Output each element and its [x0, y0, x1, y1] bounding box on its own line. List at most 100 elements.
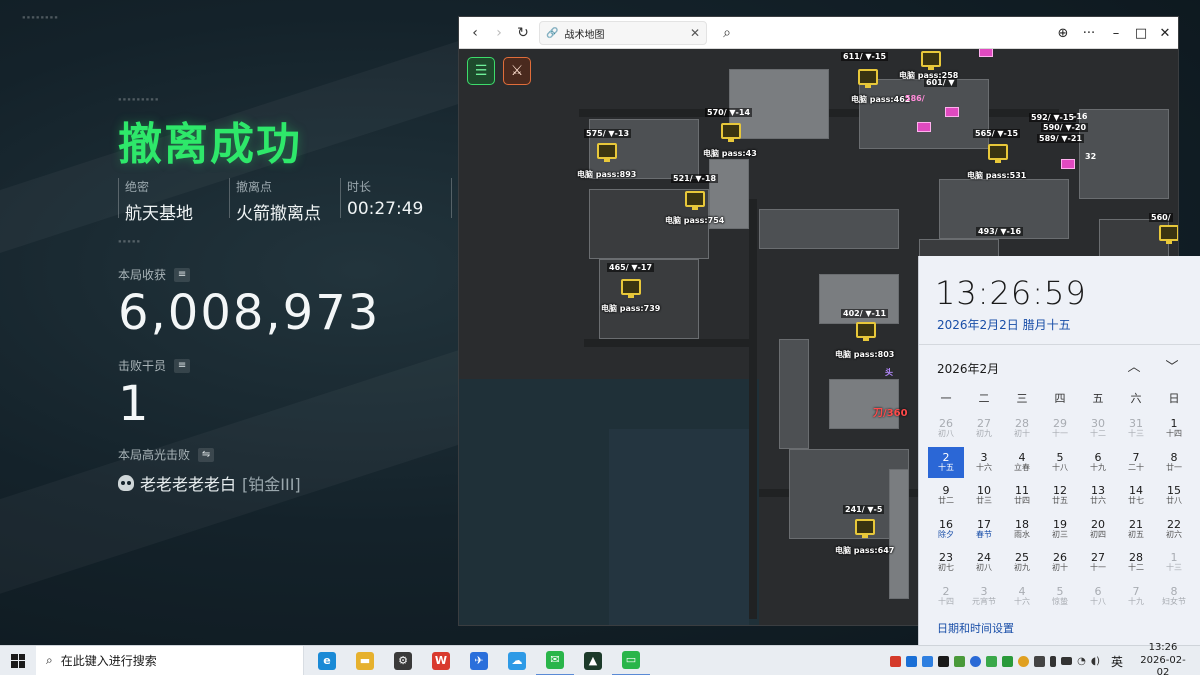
maximize-button[interactable]: □	[1129, 21, 1153, 45]
start-button[interactable]	[0, 646, 36, 675]
calendar-day[interactable]: 4 十六	[1003, 580, 1041, 614]
nvidia-icon[interactable]	[954, 655, 966, 667]
loot-marker[interactable]	[945, 107, 959, 117]
globe-icon[interactable]: ⊕	[1051, 21, 1075, 45]
chevron-up-icon[interactable]: ︿	[1123, 356, 1145, 375]
date-time-settings-link[interactable]: 日期和时间设置	[937, 620, 1014, 636]
calendar-day[interactable]: 1 十四	[1155, 412, 1193, 446]
computer-marker[interactable]	[621, 279, 641, 298]
tray-app-icon[interactable]	[906, 655, 918, 667]
calendar-day[interactable]: 2 十四	[927, 580, 965, 614]
taskbar-app-settings[interactable]: ⚙	[384, 646, 422, 675]
list-icon[interactable]: ≡	[174, 267, 191, 282]
map-menu-button[interactable]: ☰	[467, 57, 495, 85]
forward-button[interactable]: ›	[487, 21, 511, 45]
taskbar-app-wps[interactable]: W	[422, 646, 460, 675]
calendar-day[interactable]: 7 十九	[1117, 580, 1155, 614]
calendar-day[interactable]: 12 廿五	[1041, 479, 1079, 513]
wifi-icon[interactable]: ◔	[1077, 656, 1086, 667]
battery-icon[interactable]	[1061, 657, 1073, 665]
computer-marker[interactable]	[988, 144, 1008, 163]
computer-marker[interactable]	[685, 191, 705, 210]
tab-close-icon[interactable]: ✕	[690, 26, 700, 40]
calendar-day[interactable]: 30 十二	[1079, 412, 1117, 446]
calendar-day[interactable]: 26 初十	[1041, 546, 1079, 580]
taskbar-app-game-launcher[interactable]: ▲	[574, 646, 612, 675]
taskbar-app-file-explorer[interactable]: ▬	[346, 646, 384, 675]
tray-app-icon[interactable]	[922, 655, 934, 667]
calendar-day[interactable]: 29 十一	[1041, 412, 1079, 446]
search-icon[interactable]: ⌕	[715, 21, 739, 45]
calendar-day[interactable]: 6 十八	[1079, 580, 1117, 614]
more-button[interactable]: ···	[1077, 21, 1101, 45]
tray-app-icon[interactable]	[1002, 655, 1014, 667]
calendar-day[interactable]: 27 十一	[1079, 546, 1117, 580]
calendar-day[interactable]: 25 初九	[1003, 546, 1041, 580]
swap-icon[interactable]: ⇋	[198, 447, 215, 462]
browser-tab[interactable]: 🔗 战术地图 ✕	[539, 21, 707, 45]
calendar-day[interactable]: 14 廿七	[1117, 479, 1155, 513]
taskbar-app-feishu[interactable]: ✈	[460, 646, 498, 675]
calendar-day[interactable]: 7 二十	[1117, 446, 1155, 480]
calendar-day[interactable]: 5 惊蛰	[1041, 580, 1079, 614]
ime-indicator[interactable]: 英	[1111, 653, 1123, 670]
minimize-button[interactable]: –	[1104, 21, 1128, 45]
calendar-day[interactable]: 31 十三	[1117, 412, 1155, 446]
computer-marker[interactable]	[1159, 225, 1178, 244]
list-icon[interactable]: ≡	[174, 358, 191, 373]
calendar-day[interactable]: 21 初五	[1117, 513, 1155, 547]
clock-date-link[interactable]: 2026年2月2日 腊月十五	[937, 316, 1071, 333]
tray-app-icon[interactable]	[1018, 655, 1030, 667]
loot-marker[interactable]	[979, 49, 993, 57]
chevron-down-icon[interactable]: ﹀	[1161, 356, 1183, 375]
calendar-day[interactable]: 16 除夕	[927, 513, 965, 547]
calendar-day[interactable]: 22 初六	[1155, 513, 1193, 547]
calendar-day[interactable]: 5 十八	[1041, 446, 1079, 480]
taskbar-app-edge[interactable]: e	[308, 646, 346, 675]
taskbar-app-wechat[interactable]: ✉	[536, 646, 574, 675]
wechat-tray-icon[interactable]	[986, 655, 998, 667]
calendar-day[interactable]: 11 廿四	[1003, 479, 1041, 513]
calendar-day[interactable]: 24 初八	[965, 546, 1003, 580]
volume-icon[interactable]: ◖)	[1091, 656, 1100, 667]
computer-marker[interactable]	[856, 322, 876, 341]
calendar-day[interactable]: 10 廿三	[965, 479, 1003, 513]
month-title[interactable]: 2026年2月	[937, 360, 999, 377]
back-button[interactable]: ‹	[463, 21, 487, 45]
calendar-day[interactable]: 27 初九	[965, 412, 1003, 446]
computer-marker[interactable]	[921, 51, 941, 70]
calendar-day[interactable]: 8 妇女节	[1155, 580, 1193, 614]
calendar-day[interactable]: 3 十六	[965, 446, 1003, 480]
computer-marker[interactable]	[597, 143, 617, 162]
tray-app-icon[interactable]	[938, 655, 950, 667]
bluetooth-icon[interactable]	[970, 655, 982, 667]
loot-marker[interactable]	[1061, 159, 1075, 169]
calendar-day[interactable]: 9 廿二	[927, 479, 965, 513]
calendar-day[interactable]: 4 立春	[1003, 446, 1041, 480]
refresh-button[interactable]: ↻	[511, 21, 535, 45]
calendar-day[interactable]: 20 初四	[1079, 513, 1117, 547]
calendar-day[interactable]: 13 廿六	[1079, 479, 1117, 513]
taskbar-clock[interactable]: 13:26 2026-02-02	[1134, 642, 1192, 675]
tray-app-icon[interactable]	[890, 655, 902, 667]
calendar-day-today[interactable]: 2 十五	[928, 446, 964, 478]
calendar-day[interactable]: 8 廿一	[1155, 446, 1193, 480]
weapon-icon[interactable]: ⚔	[503, 57, 531, 85]
calendar-day[interactable]: 26 初八	[927, 412, 965, 446]
computer-marker[interactable]	[858, 69, 878, 88]
taskbar-search[interactable]: ⌕ 在此键入进行搜索	[36, 645, 304, 675]
calendar-day[interactable]: 18 雨水	[1003, 513, 1041, 547]
calendar-day[interactable]: 28 初十	[1003, 412, 1041, 446]
calendar-day[interactable]: 1 十三	[1155, 546, 1193, 580]
computer-marker[interactable]	[721, 123, 741, 142]
calendar-day[interactable]: 17 春节	[965, 513, 1003, 547]
calendar-day[interactable]: 28 十二	[1117, 546, 1155, 580]
taskbar-app-chat-app[interactable]: ▭	[612, 646, 650, 675]
loot-marker[interactable]	[917, 122, 931, 132]
close-button[interactable]: ✕	[1153, 21, 1177, 45]
calendar-day[interactable]: 6 十九	[1079, 446, 1117, 480]
calendar-day[interactable]: 19 初三	[1041, 513, 1079, 547]
calendar-day[interactable]: 3 元宵节	[965, 580, 1003, 614]
taskbar-app-baidu-netdisk[interactable]: ☁	[498, 646, 536, 675]
computer-marker[interactable]	[855, 519, 875, 538]
